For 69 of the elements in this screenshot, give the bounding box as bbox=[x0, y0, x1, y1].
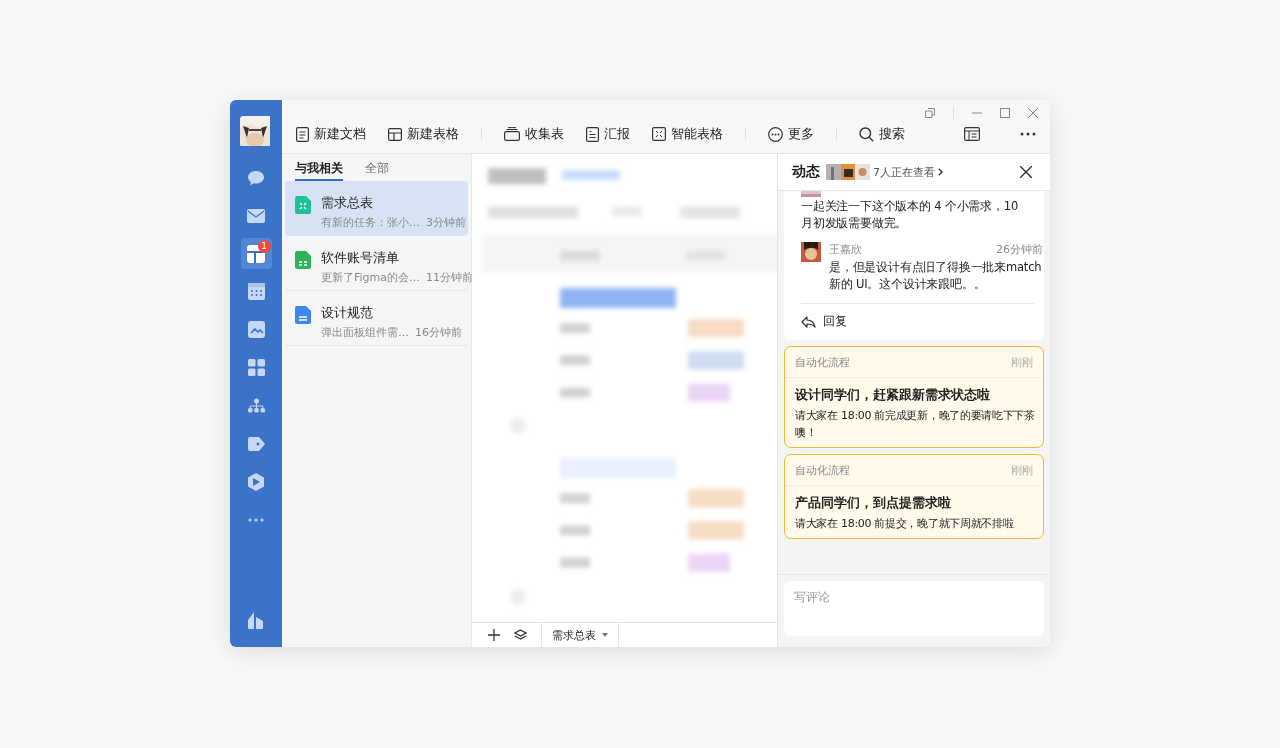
automation-title: 设计同学们，赶紧跟新需求状态啦 bbox=[795, 386, 991, 404]
document-file-icon bbox=[295, 306, 311, 324]
automation-title: 产品同学们，到点提需求啦 bbox=[795, 494, 952, 512]
reply-icon bbox=[801, 315, 816, 328]
reply-button[interactable]: 回复 bbox=[801, 304, 847, 340]
document-summary: 有新的任务：张小… bbox=[321, 215, 420, 230]
automation-time: 刚刚 bbox=[1011, 463, 1033, 478]
automation-message: 请大家在 18:00 前完成更新，晚了的要请吃下下茶噢！ bbox=[795, 408, 1036, 441]
maximize-icon[interactable] bbox=[1000, 108, 1010, 118]
comment-text: 一起关注一下这个版本的 4 个小需求，10月初发版需要做完。 bbox=[801, 198, 1020, 232]
report-icon bbox=[586, 126, 599, 142]
calendar-icon bbox=[247, 283, 265, 300]
comment-time: 26分钟前 bbox=[996, 242, 1043, 257]
document-icon bbox=[247, 244, 265, 263]
document-title: 需求总表 bbox=[321, 194, 374, 212]
automation-message: 请大家在 18:00 前提交，晚了就下周就不排啦 bbox=[795, 516, 1015, 532]
notification-badge: 1 bbox=[257, 240, 271, 253]
logo-icon[interactable] bbox=[248, 612, 264, 629]
org-chart-icon bbox=[247, 398, 265, 413]
image-icon bbox=[247, 321, 265, 338]
chevron-right-icon bbox=[938, 168, 943, 176]
more-icon bbox=[248, 517, 264, 522]
document-list-item[interactable]: 设计规范 弹出面板组件需… 16分钟前 bbox=[285, 291, 468, 346]
table-icon bbox=[388, 127, 402, 141]
rail-docs-button[interactable]: 1 bbox=[240, 238, 272, 269]
document-summary: 弹出面板组件需… bbox=[321, 325, 409, 340]
panel-title: 动态 bbox=[792, 163, 820, 181]
document-icon bbox=[296, 126, 309, 142]
comment-author: 王嘉欣 bbox=[829, 242, 862, 257]
smart-table-file-icon bbox=[295, 196, 311, 214]
more-icon[interactable] bbox=[1020, 132, 1036, 136]
document-time: 16分钟前 bbox=[415, 325, 462, 340]
layers-icon[interactable] bbox=[514, 629, 527, 641]
toolbar-button[interactable]: 更多 bbox=[768, 125, 814, 143]
cube-icon bbox=[248, 472, 264, 491]
document-title: 软件账号清单 bbox=[321, 249, 400, 267]
toolbar-button[interactable]: 智能表格 bbox=[652, 125, 723, 143]
document-summary: 更新了Figma的会… bbox=[321, 270, 421, 285]
document-list-item[interactable]: 需求总表 有新的任务：张小… 3分钟前 bbox=[285, 181, 468, 236]
toolbar-button[interactable]: 新建表格 bbox=[388, 125, 459, 143]
apps-icon bbox=[247, 359, 265, 376]
chat-icon bbox=[247, 168, 265, 187]
toolbar-button[interactable]: 新建文档 bbox=[296, 125, 366, 143]
automation-source: 自动化流程 bbox=[795, 463, 850, 478]
tag-icon bbox=[247, 436, 265, 451]
toolbar-button[interactable]: 搜索 bbox=[859, 125, 905, 143]
comment-text: 是，但是设计有点旧了得换一批来match 新的 UI。这个设计来跟吧。。 bbox=[829, 259, 1043, 293]
toolbar-button[interactable]: 汇报 bbox=[586, 125, 630, 143]
tray-icon bbox=[504, 127, 520, 141]
mail-icon bbox=[247, 208, 265, 223]
sheet-tab[interactable]: 需求总表 bbox=[541, 623, 619, 647]
comment-field[interactable]: 写评论 bbox=[784, 581, 1044, 636]
close-icon[interactable] bbox=[1020, 166, 1032, 178]
more-icon bbox=[768, 126, 783, 142]
automation-time: 刚刚 bbox=[1011, 355, 1033, 370]
restore-icon[interactable] bbox=[925, 108, 935, 118]
spreadsheet-file-icon bbox=[295, 251, 311, 269]
automation-source: 自动化流程 bbox=[795, 355, 850, 370]
filter-tab[interactable]: 全部 bbox=[365, 160, 389, 181]
add-icon[interactable] bbox=[488, 629, 500, 641]
document-time: 11分钟前 bbox=[426, 270, 474, 285]
viewers-button[interactable]: 7人正在查看 bbox=[826, 164, 943, 180]
smart-table-icon bbox=[652, 127, 666, 141]
caret-icon bbox=[602, 633, 608, 637]
document-title: 设计规范 bbox=[321, 304, 374, 322]
layout-icon[interactable] bbox=[964, 127, 980, 141]
toolbar-button[interactable]: 收集表 bbox=[504, 125, 564, 143]
search-icon bbox=[859, 126, 874, 142]
document-time: 3分钟前 bbox=[426, 215, 466, 230]
